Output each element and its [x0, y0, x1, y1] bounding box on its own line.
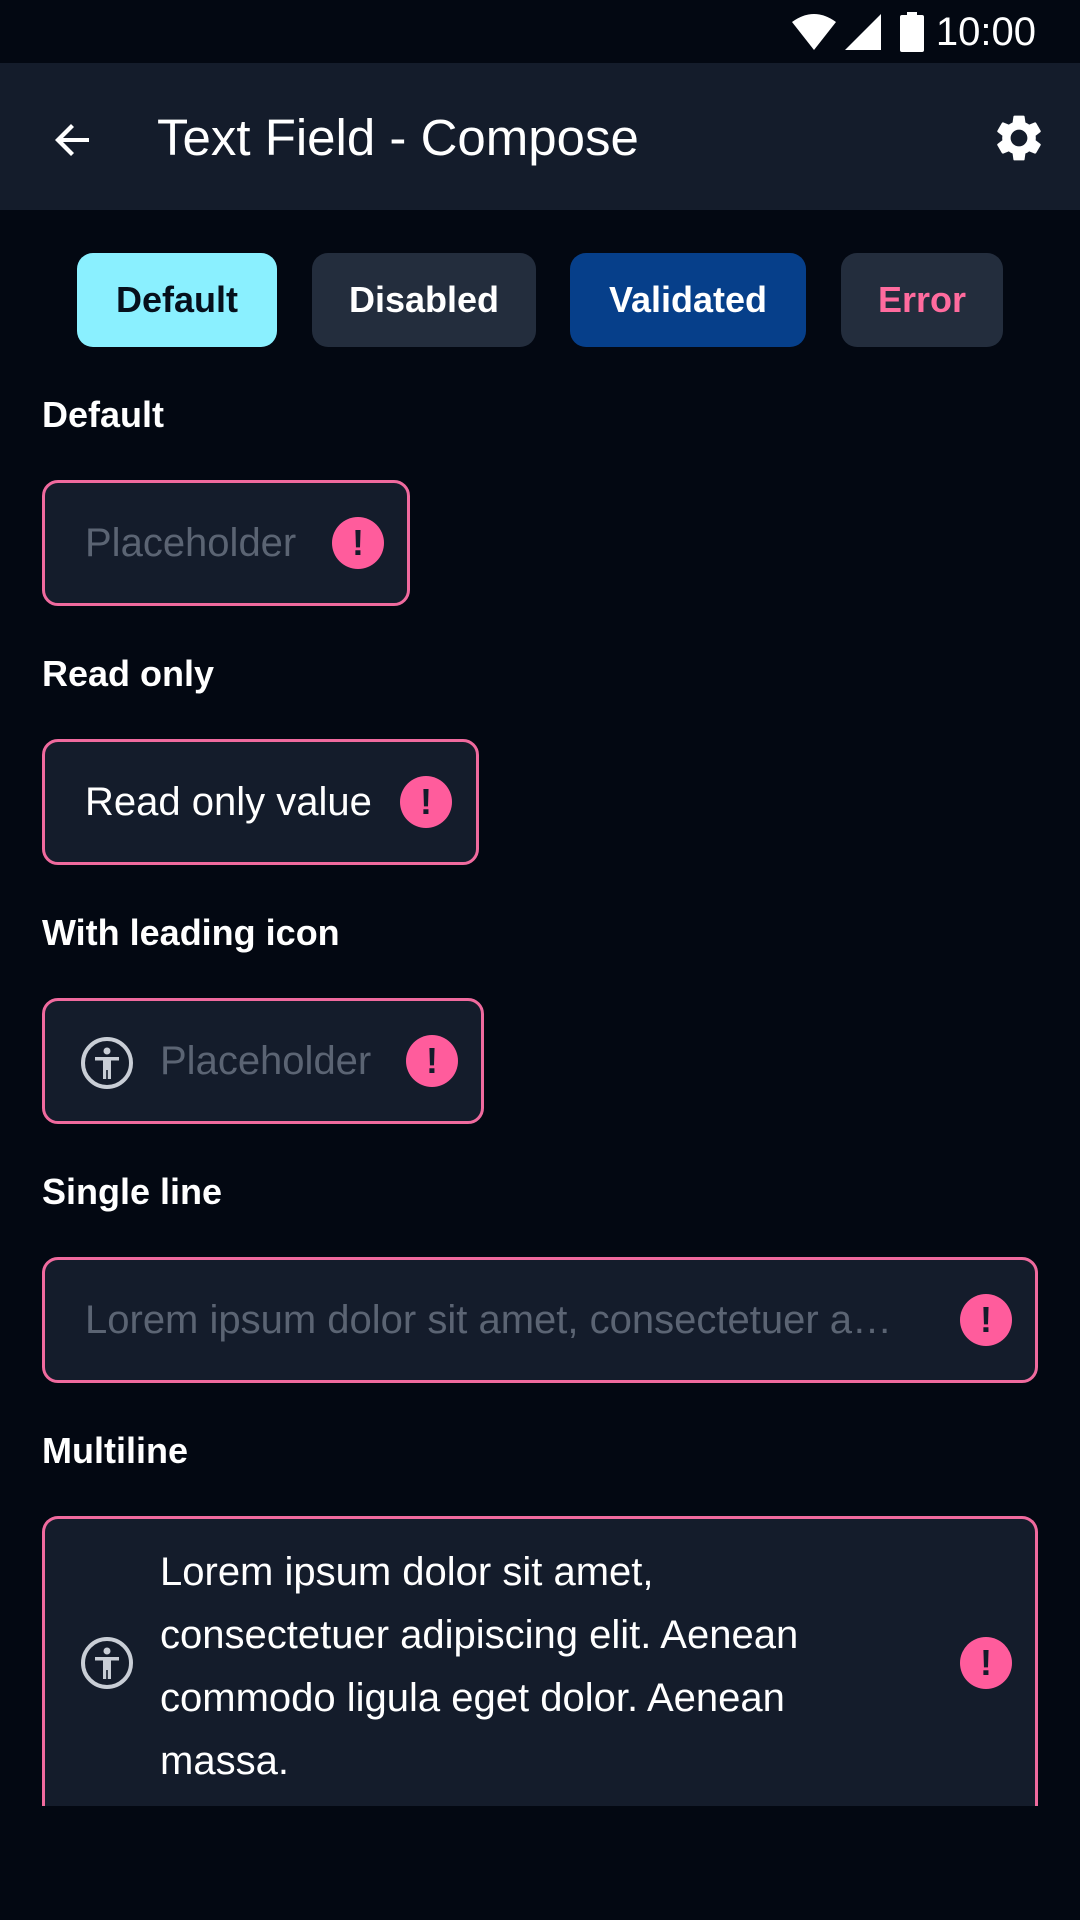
error-icon: ! — [400, 776, 452, 828]
multiline-field-value: Lorem ipsum dolor sit amet, consectetuer… — [160, 1550, 799, 1783]
error-icon: ! — [332, 517, 384, 569]
single-line-text-field[interactable]: Lorem ipsum dolor sit amet, consectetuer… — [42, 1257, 1038, 1383]
section-label-multiline: Multiline — [42, 1430, 188, 1471]
accessibility-icon — [81, 1637, 133, 1689]
section-label-read-only: Read only — [42, 653, 215, 694]
status-time: 10:00 — [935, 10, 1036, 54]
tab-error[interactable]: Error — [841, 253, 1003, 347]
section-label-default: Default — [42, 394, 165, 435]
read-only-field-value: Read only value — [85, 780, 372, 824]
tab-default[interactable]: Default — [77, 253, 277, 347]
signal-icon — [845, 14, 881, 50]
leading-icon-text-field[interactable]: Placeholder ! — [42, 998, 484, 1124]
default-field-placeholder: Placeholder — [85, 521, 297, 565]
error-icon: ! — [960, 1637, 1012, 1689]
page-title: Text Field - Compose — [157, 109, 639, 166]
tab-disabled[interactable]: Disabled — [312, 253, 536, 347]
status-bar: 10:00 — [0, 0, 1080, 63]
back-button[interactable] — [38, 105, 108, 175]
section-label-single-line: Single line — [42, 1171, 223, 1212]
error-icon: ! — [406, 1035, 458, 1087]
default-text-field[interactable]: Placeholder ! — [42, 480, 410, 606]
wifi-icon — [792, 14, 836, 50]
single-line-field-placeholder: Lorem ipsum dolor sit amet, consectetuer… — [85, 1298, 893, 1342]
accessibility-icon — [81, 1037, 133, 1089]
leading-icon-field-placeholder: Placeholder — [160, 1039, 372, 1083]
multiline-text-field[interactable]: Lorem ipsum dolor sit amet, consectetuer… — [42, 1516, 1038, 1806]
tab-validated[interactable]: Validated — [570, 253, 806, 347]
section-label-leading-icon: With leading icon — [42, 912, 340, 953]
error-icon: ! — [960, 1294, 1012, 1346]
app-bar: Text Field - Compose — [0, 63, 1080, 210]
arrow-back-icon — [55, 124, 89, 156]
read-only-text-field[interactable]: Read only value ! — [42, 739, 479, 865]
gear-icon — [997, 115, 1041, 161]
settings-button[interactable] — [984, 103, 1054, 173]
battery-icon — [900, 12, 924, 52]
